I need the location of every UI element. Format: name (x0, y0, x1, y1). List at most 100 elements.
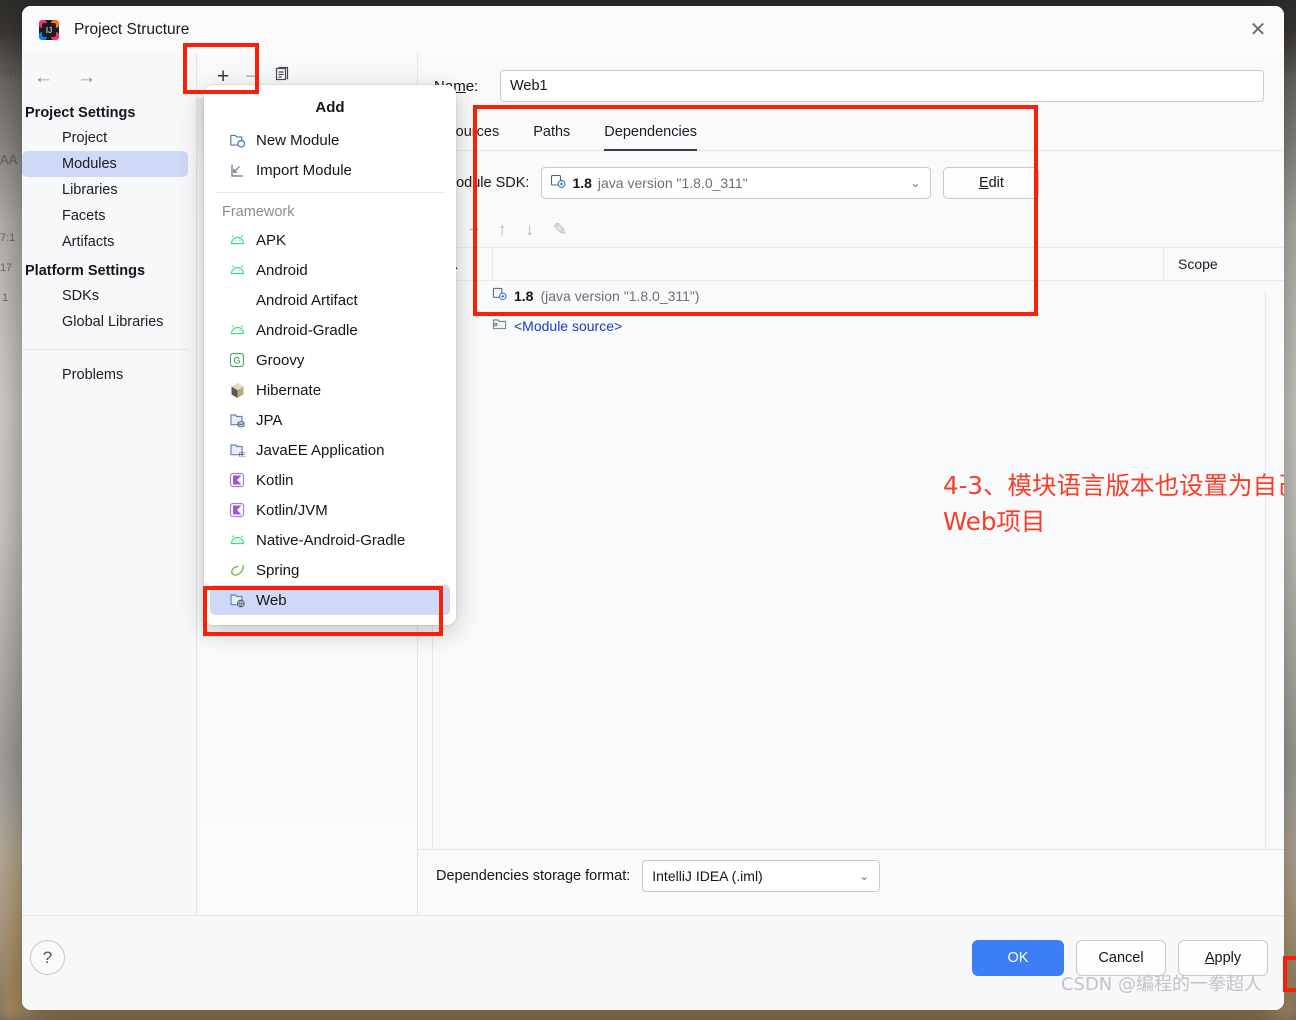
menu-item-apk[interactable]: APK (210, 225, 450, 255)
menu-item-android-gradle[interactable]: Android-Gradle (210, 315, 450, 345)
dependencies-toolbar: + − ↑ ↓ ✎ (418, 211, 1284, 248)
pencil-icon[interactable]: ✎ (553, 221, 567, 238)
sidebar-divider (22, 349, 188, 350)
jpa-icon (228, 411, 246, 429)
menu-item-label: Kotlin/JVM (256, 501, 328, 519)
sidebar-item-facets[interactable]: Facets (22, 203, 188, 229)
menu-item-label: New Module (256, 131, 340, 149)
menu-item-label: APK (256, 231, 287, 249)
sidebar-group-project-settings: Project Settings (25, 105, 136, 121)
menu-divider (216, 192, 444, 193)
menu-item-android-artifact[interactable]: Android Artifact (210, 285, 450, 315)
menu-item-javaee-application[interactable]: EE JavaEE Application (210, 435, 450, 465)
menu-item-import-module[interactable]: Import Module (210, 155, 450, 185)
question-mark-icon[interactable]: ? (30, 940, 65, 975)
sidebar-item-artifacts[interactable]: Artifacts (22, 229, 188, 255)
chevron-down-icon: ⌄ (910, 176, 921, 190)
sidebar-item-problems[interactable]: Problems (22, 362, 188, 388)
module-name-input[interactable] (500, 70, 1264, 102)
sidebar-item-libraries[interactable]: Libraries (22, 177, 188, 203)
highlight-box-corner-fragment (1283, 956, 1296, 992)
dependencies-table-header: xp... Scope (418, 248, 1284, 281)
ok-button[interactable]: OK (972, 940, 1064, 976)
android-icon (228, 231, 246, 249)
menu-item-label: Android Artifact (256, 291, 358, 309)
menu-item-label: Import Module (256, 161, 352, 179)
sidebar-item-project[interactable]: Project (22, 125, 188, 151)
intellij-idea-icon: IJ (38, 19, 60, 41)
arrow-up-icon[interactable]: ↑ (498, 221, 507, 238)
sdk-version: 1.8 (572, 175, 592, 191)
groovy-icon: G (228, 351, 246, 369)
menu-item-spring[interactable]: Spring (210, 555, 450, 585)
menu-item-hibernate[interactable]: Hibernate (210, 375, 450, 405)
sdk-description: java version "1.8.0_311" (597, 175, 748, 191)
backdrop-text: 7:1 (0, 232, 16, 244)
tab-dependencies[interactable]: Dependencies (604, 124, 698, 151)
sidebar-nav-buttons: ← → (22, 54, 196, 97)
sidebar-item-sdks[interactable]: SDKs (22, 283, 188, 309)
edit-sdk-button[interactable]: Edit (943, 167, 1040, 199)
storage-format-select[interactable]: IntelliJ IDEA (.iml) ⌄ (642, 860, 881, 892)
menu-item-groovy[interactable]: G Groovy (210, 345, 450, 375)
dialog-titlebar: IJ Project Structure ✕ (22, 6, 1284, 54)
backdrop-text: AA (0, 152, 18, 167)
menu-group-framework: Framework (222, 204, 295, 220)
column-scope: Scope (1163, 248, 1284, 280)
menu-item-native-android-gradle[interactable]: Native-Android-Gradle (210, 525, 450, 555)
android-icon (228, 321, 246, 339)
module-editor-panel: Name: Sources Paths Dependencies Module … (418, 54, 1284, 964)
menu-item-jpa[interactable]: JPA (210, 405, 450, 435)
new-module-icon (228, 131, 246, 149)
menu-item-label: Groovy (256, 351, 305, 369)
copy-icon[interactable] (274, 66, 291, 87)
dependencies-list-panel (432, 292, 1266, 856)
menu-item-label: Hibernate (256, 381, 322, 399)
sidebar-group-platform-settings: Platform Settings (25, 263, 146, 279)
menu-item-label: JavaEE Application (256, 441, 385, 459)
module-name-row: Name: (418, 54, 1284, 102)
menu-item-android[interactable]: Android (210, 255, 450, 285)
sidebar-item-modules[interactable]: Modules (22, 151, 188, 177)
module-sdk-label: Module SDK: (444, 175, 530, 191)
arrow-right-icon[interactable]: → (77, 68, 96, 87)
menu-item-label: Kotlin (256, 471, 294, 489)
menu-item-kotlin[interactable]: Kotlin (210, 465, 450, 495)
chevron-down-icon: ⌄ (859, 869, 870, 883)
arrow-left-icon[interactable]: ← (34, 68, 53, 87)
menu-item-web[interactable]: Web (210, 585, 450, 615)
arrow-down-icon[interactable]: ↓ (525, 221, 534, 238)
column-name (492, 248, 1163, 280)
minus-icon[interactable]: − (469, 221, 479, 238)
web-icon (228, 591, 246, 609)
plus-icon[interactable]: + (217, 66, 229, 87)
spring-icon (228, 561, 246, 579)
dialog-title: Project Structure (74, 21, 190, 38)
module-sdk-select[interactable]: 1.8 java version "1.8.0_311" ⌄ (541, 167, 932, 199)
menu-item-new-module[interactable]: New Module (210, 125, 450, 155)
javaee-icon: EE (228, 441, 246, 459)
menu-item-label: Android (256, 261, 308, 279)
import-module-icon (228, 161, 246, 179)
menu-item-kotlin-jvm[interactable]: Kotlin/JVM (210, 495, 450, 525)
svg-text:EE: EE (238, 452, 246, 458)
jdk-icon (550, 173, 566, 194)
kotlin-icon (228, 501, 246, 519)
menu-item-label: JPA (256, 411, 283, 429)
annotation-line-2: Web项目 (943, 506, 1046, 536)
android-icon (228, 261, 246, 279)
dialog-footer: ? OK Cancel Apply CSDN @编程的一拳超人 (22, 915, 1284, 1010)
android-icon (228, 531, 246, 549)
svg-text:IJ: IJ (46, 26, 52, 35)
minus-icon[interactable]: − (245, 66, 257, 87)
close-icon[interactable]: ✕ (1246, 18, 1270, 42)
editor-tabs: Sources Paths Dependencies (418, 102, 1284, 151)
backdrop-text: 1 (2, 292, 9, 304)
sidebar-item-global-libraries[interactable]: Global Libraries (22, 309, 188, 335)
tab-paths[interactable]: Paths (533, 124, 570, 151)
menu-item-label: Web (256, 591, 287, 609)
svg-text:G: G (233, 356, 240, 366)
backdrop-text: 17 (0, 262, 13, 274)
module-sdk-row: Module SDK: 1.8 java version "1.8.0_311"… (418, 151, 1284, 199)
add-menu-title: Add (315, 99, 345, 116)
